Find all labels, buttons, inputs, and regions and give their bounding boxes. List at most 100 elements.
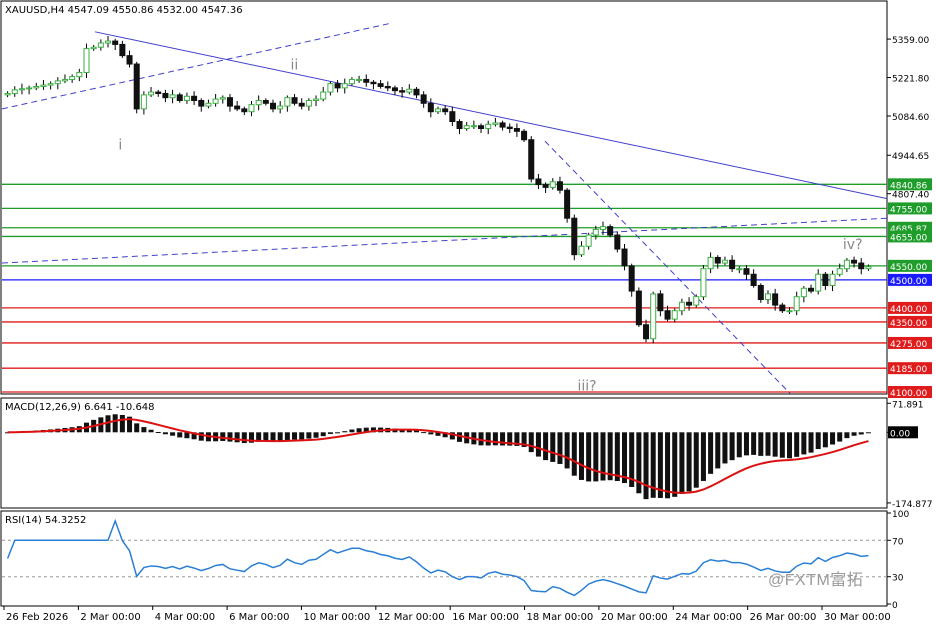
bear-candle: [556, 181, 563, 191]
bear-candle: [449, 111, 456, 123]
macd-bar: [715, 432, 721, 469]
macd-bar: [428, 432, 434, 435]
price-candles: iiiiii?iv?: [1, 22, 888, 395]
macd-bar: [858, 432, 864, 435]
bear-candle: [370, 81, 377, 85]
bear-candle: [176, 94, 183, 101]
bear-candle: [628, 265, 635, 292]
bear-candle: [234, 105, 241, 110]
bull-candle: [865, 266, 872, 270]
bear-candle: [262, 99, 269, 104]
time-tick-label: 10 Mar 00:00: [303, 612, 370, 623]
macd-bar: [758, 432, 764, 456]
macd-bar: [299, 432, 305, 440]
price-tick-label: 5221.80: [892, 75, 929, 85]
bull-candle: [800, 287, 807, 298]
macd-bar: [557, 432, 563, 464]
bull-candle: [169, 94, 176, 99]
rsi-panel-frame: [0, 510, 888, 607]
bear-candle: [155, 91, 162, 94]
macd-bar: [356, 428, 362, 433]
time-tick-label: 16 Mar 00:00: [452, 612, 519, 623]
time-tick-label: 30 Mar 00:00: [824, 612, 891, 623]
bear-candle: [478, 125, 485, 130]
bear-candle: [399, 90, 406, 93]
bull-candle: [485, 123, 492, 130]
macd-bar: [528, 432, 534, 453]
bull-candle: [764, 293, 771, 301]
bull-candle: [650, 293, 657, 340]
macd-bar: [700, 432, 706, 481]
bear-candle: [377, 83, 384, 87]
bull-candle: [305, 99, 312, 107]
macd-bar: [786, 432, 793, 459]
macd-bar: [141, 427, 147, 433]
bull-candle: [313, 98, 320, 101]
time-tick-label: 6 Mar 00:00: [229, 612, 289, 623]
chart-canvas[interactable]: iiiiii?iv? 4840.864755.004685.874655.004…: [0, 0, 936, 624]
macd-bar: [801, 432, 807, 455]
chart-window: i ii iii? iv? 4840.86 4755.00 4685.87 4655.00 4…: [0, 0, 936, 624]
time-tick-label: 26 Mar 00:00: [750, 612, 817, 623]
macd-bar: [672, 432, 678, 497]
bull-candle: [693, 296, 700, 306]
bear-candle: [513, 128, 520, 132]
bear-candle: [506, 126, 513, 130]
time-tick-label: 24 Mar 00:00: [675, 612, 742, 623]
bull-candle: [434, 108, 442, 113]
bull-candle: [843, 259, 850, 270]
time-tick-label: 20 Mar 00:00: [601, 612, 668, 623]
bull-candle: [829, 273, 836, 286]
macd-bar: [614, 432, 620, 482]
bull-candle: [40, 84, 47, 87]
level-tag-label: 4655.00: [890, 233, 927, 243]
macd-bar: [349, 429, 355, 433]
fxtm-watermark: @FXTM富拓: [768, 572, 864, 589]
price-tick-label: 5359.00: [892, 36, 929, 46]
bull-candle: [341, 83, 348, 89]
bull-candle: [47, 83, 54, 86]
bear-candle: [542, 184, 549, 188]
bull-candle: [327, 83, 334, 93]
bull-candle: [183, 95, 190, 101]
wave-label: ii: [291, 58, 299, 74]
macd-bar: [808, 432, 814, 453]
macd-bar: [636, 432, 642, 494]
bear-candle: [614, 234, 621, 250]
bear-candle: [607, 226, 614, 236]
bull-candle: [61, 78, 68, 82]
bull-candle: [97, 42, 104, 48]
macd-bar: [277, 432, 283, 442]
macd-bar: [485, 432, 491, 446]
bear-candle: [743, 268, 750, 275]
bull-candle: [599, 226, 607, 230]
bear-candle: [442, 108, 449, 113]
bull-candle: [11, 89, 18, 94]
macd-bar: [234, 432, 240, 443]
bull-candle: [678, 301, 685, 312]
time-tick-label: 4 Mar 00:00: [155, 612, 215, 623]
bull-candle: [26, 87, 33, 90]
price-tick-label: 4807.40: [892, 191, 929, 201]
bull-candle: [406, 88, 413, 93]
macd-bar: [170, 432, 176, 436]
level-tag-label: 4350.00: [890, 319, 927, 329]
macd-tick-label: -174.877: [892, 500, 932, 510]
bull-candle: [492, 122, 499, 125]
bull-candle: [255, 99, 262, 106]
bear-candle: [427, 102, 434, 113]
macd-bar: [686, 432, 692, 492]
macd-bar: [772, 432, 778, 457]
bear-candle: [822, 273, 829, 286]
bear-candle: [291, 97, 298, 104]
trend-line: [544, 140, 791, 394]
bull-candle: [205, 102, 212, 107]
bear-candle: [757, 284, 764, 301]
bear-candle: [391, 87, 398, 92]
bull-candle: [105, 40, 112, 44]
bear-candle: [112, 40, 119, 45]
macd-bar: [743, 432, 749, 456]
time-tick-label: 2 Mar 00:00: [80, 612, 140, 623]
macd-bar: [112, 414, 118, 433]
macd-bar: [815, 432, 821, 450]
